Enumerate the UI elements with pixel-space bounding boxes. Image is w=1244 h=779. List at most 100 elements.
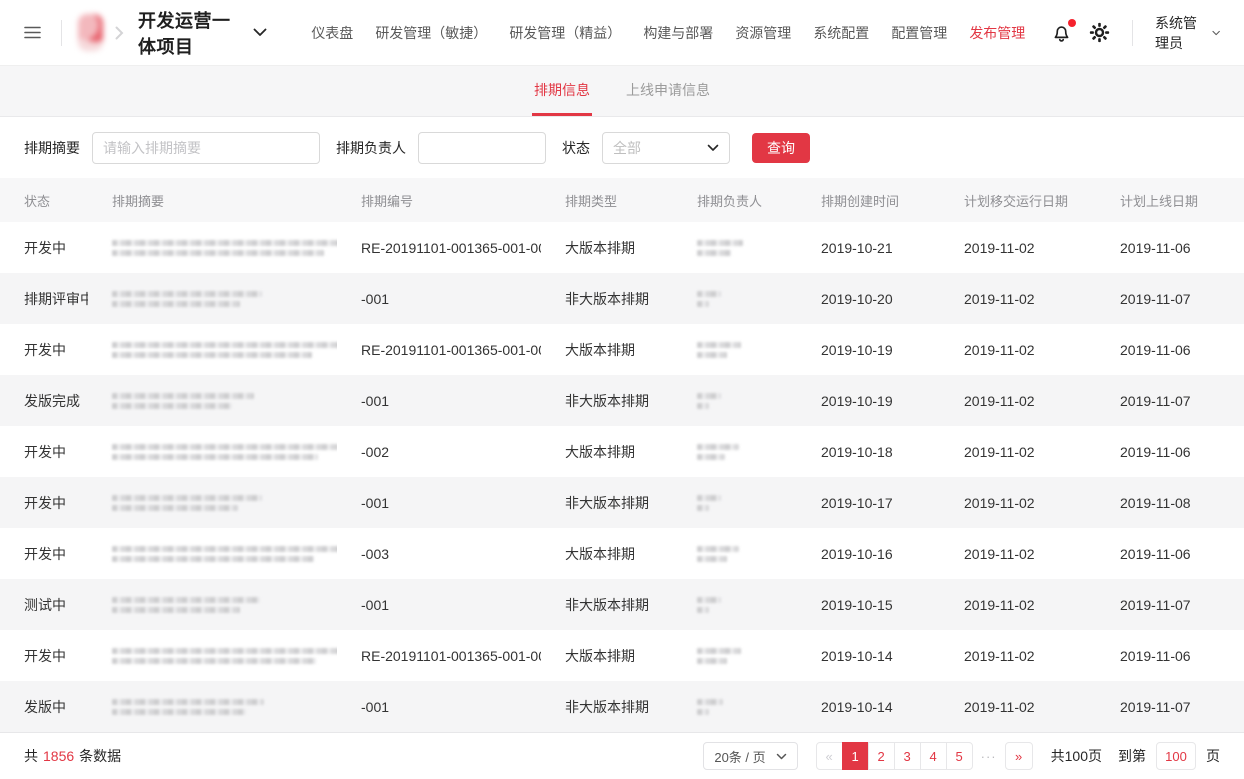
table-row[interactable]: 开发中RE-20191101-001365-001-001大版本排期2019-1… xyxy=(0,630,1244,681)
cell-status: 开发中 xyxy=(0,477,88,528)
cell-code: RE-20191101-001365-001-001 xyxy=(337,324,541,375)
table-row[interactable]: 开发中-002大版本排期2019-10-182019-11-022019-11-… xyxy=(0,426,1244,477)
redacted-text xyxy=(697,301,709,307)
cell-summary xyxy=(88,375,337,426)
redacted-text xyxy=(112,556,314,562)
cell-code: RE-20191101-001365-001-001 xyxy=(337,630,541,681)
cell-type: 大版本排期 xyxy=(541,222,673,273)
cell-owner xyxy=(673,222,797,273)
nav-item[interactable]: 研发管理（敏捷） xyxy=(375,23,487,43)
notification-dot xyxy=(1068,19,1076,27)
summary-filter-input[interactable] xyxy=(92,132,320,164)
redacted-text xyxy=(697,556,727,562)
redacted-text xyxy=(112,699,264,705)
cell-handover: 2019-11-02 xyxy=(940,222,1096,273)
nav-item[interactable]: 资源管理 xyxy=(735,23,791,43)
redacted-text xyxy=(697,699,723,705)
page-button[interactable]: 4 xyxy=(920,742,947,770)
user-menu[interactable]: 系统管理员 xyxy=(1155,13,1220,53)
settings-gear-icon[interactable] xyxy=(1089,22,1110,43)
column-header: 排期编号 xyxy=(337,178,541,222)
cell-created: 2019-10-14 xyxy=(797,681,940,732)
column-header: 排期创建时间 xyxy=(797,178,940,222)
cell-online: 2019-11-07 xyxy=(1096,375,1244,426)
divider xyxy=(1132,20,1133,46)
page-button[interactable]: 3 xyxy=(894,742,921,770)
schedule-table: 状态排期摘要排期编号排期类型排期负责人排期创建时间计划移交运行日期计划上线日期 … xyxy=(0,178,1244,732)
table-row[interactable]: 发版中-001非大版本排期2019-10-142019-11-022019-11… xyxy=(0,681,1244,732)
filter-bar: 排期摘要 排期负责人 状态 全部 查询 xyxy=(0,117,1244,178)
cell-status: 排期评审中 xyxy=(0,273,88,324)
next-page-button[interactable]: » xyxy=(1005,742,1033,770)
table-body: 开发中RE-20191101-001365-001-001大版本排期2019-1… xyxy=(0,222,1244,732)
page-buttons: «12345 xyxy=(816,742,973,770)
cell-handover: 2019-11-02 xyxy=(940,579,1096,630)
cell-handover: 2019-11-02 xyxy=(940,375,1096,426)
status-filter-select[interactable]: 全部 xyxy=(602,132,730,164)
cell-online: 2019-11-07 xyxy=(1096,681,1244,732)
cell-summary xyxy=(88,426,337,477)
cell-code: -001 xyxy=(337,375,541,426)
cell-owner xyxy=(673,375,797,426)
redacted-text xyxy=(112,495,262,501)
cell-summary xyxy=(88,528,337,579)
cell-handover: 2019-11-02 xyxy=(940,681,1096,732)
cell-created: 2019-10-15 xyxy=(797,579,940,630)
summary-filter-label: 排期摘要 xyxy=(24,138,80,158)
table-row[interactable]: 开发中RE-20191101-001365-001-001大版本排期2019-1… xyxy=(0,324,1244,375)
notification-bell-icon[interactable] xyxy=(1051,22,1072,44)
table-row[interactable]: 开发中RE-20191101-001365-001-001大版本排期2019-1… xyxy=(0,222,1244,273)
owner-filter-label: 排期负责人 xyxy=(336,138,406,158)
page-button[interactable]: 2 xyxy=(868,742,895,770)
table-row[interactable]: 测试中-001非大版本排期2019-10-152019-11-022019-11… xyxy=(0,579,1244,630)
hamburger-menu-icon[interactable] xyxy=(24,26,41,39)
redacted-text xyxy=(112,393,254,399)
nav-item[interactable]: 研发管理（精益） xyxy=(509,23,621,43)
cell-owner xyxy=(673,579,797,630)
table-row[interactable]: 开发中-001非大版本排期2019-10-172019-11-022019-11… xyxy=(0,477,1244,528)
prev-page-button[interactable]: « xyxy=(816,742,843,770)
redacted-text xyxy=(112,403,232,409)
nav-item[interactable]: 仪表盘 xyxy=(311,23,353,43)
redacted-text xyxy=(697,495,721,501)
query-button[interactable]: 查询 xyxy=(752,133,810,163)
total-suffix: 条数据 xyxy=(79,746,121,766)
cell-type: 大版本排期 xyxy=(541,630,673,681)
table-row[interactable]: 开发中-003大版本排期2019-10-162019-11-022019-11-… xyxy=(0,528,1244,579)
cell-owner xyxy=(673,630,797,681)
page-button[interactable]: 1 xyxy=(842,742,869,770)
goto-page-label: 到第 xyxy=(1118,746,1146,766)
tab[interactable]: 排期信息 xyxy=(532,66,592,116)
redacted-text xyxy=(112,352,312,358)
page-button[interactable]: 5 xyxy=(946,742,973,770)
cell-handover: 2019-11-02 xyxy=(940,273,1096,324)
goto-page-input[interactable] xyxy=(1156,742,1196,770)
nav-item[interactable]: 配置管理 xyxy=(891,23,947,43)
cell-type: 非大版本排期 xyxy=(541,681,673,732)
pagination: 20条 / 页 «12345 ··· » 共100页 到第 页 xyxy=(703,742,1220,770)
status-selected-value: 全部 xyxy=(613,138,641,158)
redacted-text xyxy=(697,403,709,409)
nav-item[interactable]: 系统配置 xyxy=(813,23,869,43)
nav-item[interactable]: 构建与部署 xyxy=(643,23,713,43)
cell-online: 2019-11-08 xyxy=(1096,477,1244,528)
page-size-select[interactable]: 20条 / 页 xyxy=(703,742,797,770)
cell-summary xyxy=(88,222,337,273)
table-row[interactable]: 排期评审中-001非大版本排期2019-10-202019-11-022019-… xyxy=(0,273,1244,324)
cell-status: 发版完成 xyxy=(0,375,88,426)
cell-type: 非大版本排期 xyxy=(541,579,673,630)
cell-created: 2019-10-17 xyxy=(797,477,940,528)
tab-bar: 排期信息上线申请信息 xyxy=(0,66,1244,117)
project-title: 开发运营一体项目 xyxy=(138,7,239,59)
cell-owner xyxy=(673,426,797,477)
table-row[interactable]: 发版完成-001非大版本排期2019-10-192019-11-022019-1… xyxy=(0,375,1244,426)
cell-type: 非大版本排期 xyxy=(541,477,673,528)
redacted-text xyxy=(697,505,709,511)
tab[interactable]: 上线申请信息 xyxy=(624,66,712,116)
redacted-text xyxy=(697,342,741,348)
redacted-text xyxy=(112,301,240,307)
owner-filter-input[interactable] xyxy=(418,132,546,164)
nav-item[interactable]: 发布管理 xyxy=(969,23,1025,43)
project-switch-chevron-down-icon[interactable] xyxy=(253,28,267,37)
column-header: 计划移交运行日期 xyxy=(940,178,1096,222)
